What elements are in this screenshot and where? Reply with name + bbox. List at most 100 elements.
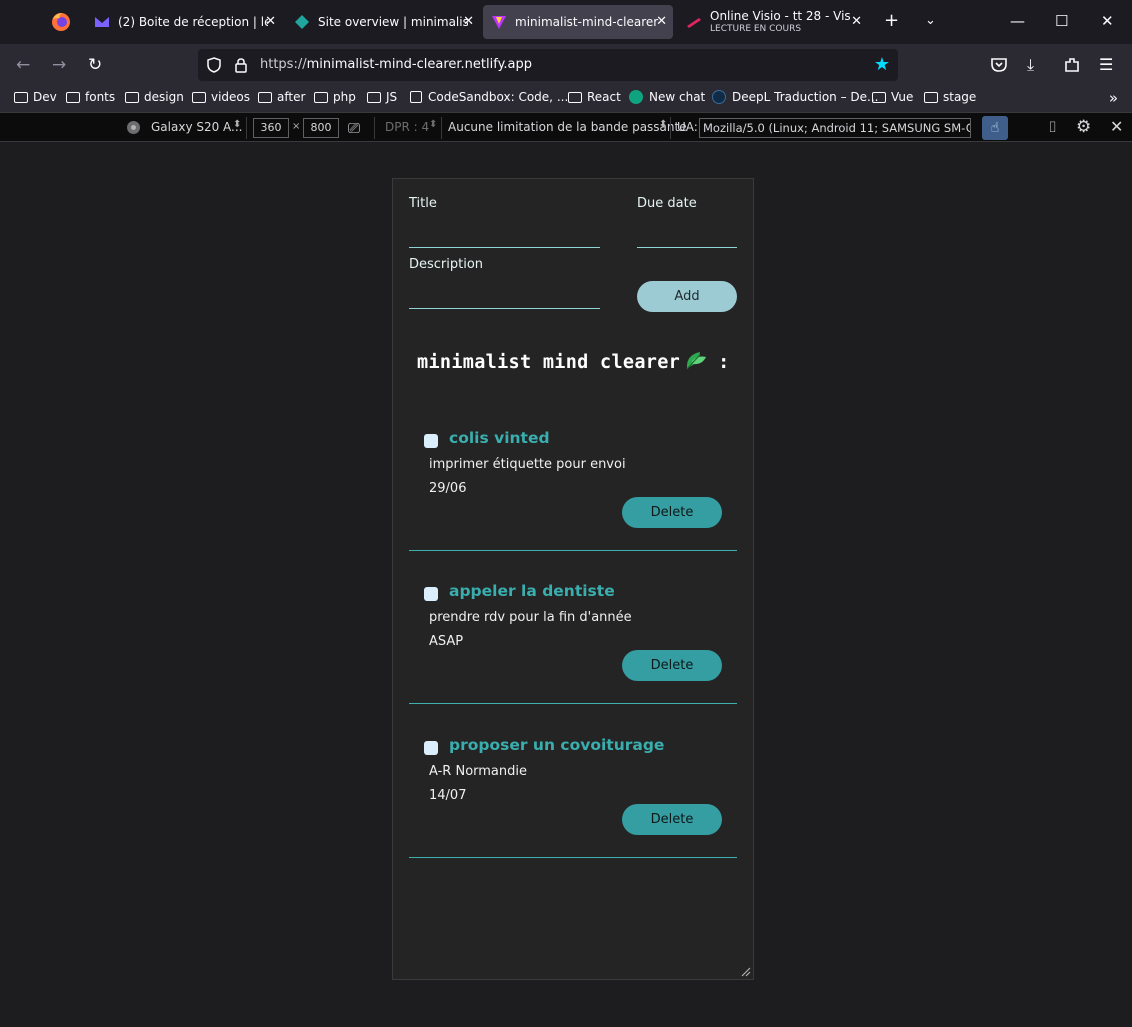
task-item: appeler la dentiste prendre rdv pour la … bbox=[409, 572, 737, 725]
task-divider bbox=[409, 703, 737, 704]
new-tab-icon[interactable]: + bbox=[884, 10, 899, 31]
url-bar[interactable]: https://minimalist-mind-clearer.netlify.… bbox=[198, 49, 898, 81]
close-icon[interactable]: ✕ bbox=[265, 14, 276, 29]
bookmark-label: after bbox=[277, 90, 306, 104]
url-text[interactable]: https://minimalist-mind-clearer.netlify.… bbox=[260, 57, 532, 72]
throttling-dropdown-icon[interactable]: ⬍ bbox=[659, 119, 667, 130]
maximize-icon[interactable]: ☐ bbox=[1055, 12, 1068, 30]
tab-label: Online Visio - tt 28 - Visual bbox=[710, 9, 850, 22]
close-icon[interactable]: ✕ bbox=[851, 14, 862, 29]
bookmark-deepl[interactable]: DeepL Traduction – De... bbox=[712, 90, 878, 104]
bookmark-star-icon[interactable]: ★ bbox=[874, 54, 890, 75]
bookmark-videos[interactable]: videos bbox=[192, 90, 250, 104]
menu-icon[interactable]: ☰ bbox=[1099, 55, 1113, 74]
close-window-icon[interactable]: ✕ bbox=[1101, 12, 1114, 30]
bookmark-label: php bbox=[333, 90, 356, 104]
bookmark-label: JS bbox=[386, 90, 398, 104]
separator bbox=[374, 117, 375, 139]
task-item: colis vinted imprimer étiquette pour env… bbox=[409, 419, 737, 572]
task-checkbox[interactable] bbox=[424, 741, 438, 755]
forward-icon[interactable]: → bbox=[52, 55, 66, 75]
task-description: imprimer étiquette pour envoi bbox=[429, 457, 626, 472]
device-selector[interactable]: Galaxy S20 A... bbox=[151, 120, 243, 134]
bookmark-label: Vue bbox=[891, 90, 914, 104]
chevron-down-icon[interactable]: ⌄ bbox=[925, 13, 936, 28]
delete-button[interactable]: Delete bbox=[622, 650, 722, 681]
folder-icon bbox=[314, 91, 328, 103]
dpr-dropdown-icon: ⬍ bbox=[429, 119, 438, 130]
bookmark-php[interactable]: php bbox=[314, 90, 356, 104]
task-checkbox[interactable] bbox=[424, 587, 438, 601]
throttling-selector[interactable]: Aucune limitation de la bande passante bbox=[448, 120, 687, 134]
bookmark-react[interactable]: React bbox=[568, 90, 621, 104]
task-title: colis vinted bbox=[449, 429, 550, 447]
separator bbox=[670, 117, 671, 139]
delete-button[interactable]: Delete bbox=[622, 497, 722, 528]
viewport-width-input[interactable]: 360 bbox=[253, 118, 289, 138]
bookmark-after[interactable]: after bbox=[258, 90, 305, 104]
viewport-height-input[interactable]: 800 bbox=[303, 118, 339, 138]
page-title-text: minimalist mind clearer bbox=[417, 352, 681, 373]
touch-simulation-icon[interactable]: ☝ bbox=[982, 116, 1008, 140]
due-date-label: Due date bbox=[637, 196, 697, 211]
task-title: appeler la dentiste bbox=[449, 582, 615, 600]
rotate-icon[interactable]: ⎚ bbox=[348, 119, 360, 137]
chrome-icon bbox=[127, 121, 140, 134]
description-input[interactable] bbox=[409, 308, 600, 309]
title-input[interactable] bbox=[409, 247, 600, 248]
lock-icon[interactable] bbox=[234, 57, 248, 73]
folder-icon bbox=[924, 91, 938, 103]
tab-mail[interactable]: (2) Boite de réception | lea ✕ bbox=[86, 5, 282, 39]
bookmark-js[interactable]: JS bbox=[367, 90, 397, 104]
separator bbox=[441, 117, 442, 139]
tab-visio[interactable]: Online Visio - tt 28 - Visual LECTURE EN… bbox=[678, 5, 868, 39]
close-icon[interactable]: ✕ bbox=[463, 14, 474, 29]
task-checkbox[interactable] bbox=[424, 434, 438, 448]
add-button[interactable]: Add bbox=[637, 281, 737, 312]
extensions-icon[interactable] bbox=[1063, 56, 1081, 74]
bookmark-label: New chat bbox=[649, 90, 706, 104]
bookmark-dev[interactable]: Dev bbox=[14, 90, 57, 104]
close-icon[interactable]: ✕ bbox=[656, 14, 667, 29]
bookmark-fonts[interactable]: fonts bbox=[66, 90, 115, 104]
minimize-icon[interactable]: — bbox=[1010, 12, 1025, 30]
firefox-icon[interactable] bbox=[50, 11, 72, 33]
bookmark-codesandbox[interactable]: CodeSandbox: Code, ... bbox=[410, 90, 568, 104]
tab-netlify[interactable]: Site overview | minimalist- ✕ bbox=[286, 5, 480, 39]
resize-handle-icon[interactable] bbox=[739, 965, 751, 977]
back-icon[interactable]: ← bbox=[16, 55, 30, 75]
folder-icon bbox=[14, 91, 28, 103]
bookmark-stage[interactable]: stage bbox=[924, 90, 976, 104]
shield-icon[interactable] bbox=[206, 57, 222, 73]
pocket-icon[interactable] bbox=[990, 56, 1008, 74]
bookmark-design[interactable]: design bbox=[125, 90, 184, 104]
folder-icon bbox=[568, 91, 582, 103]
task-item: proposer un covoiturage A-R Normandie 14… bbox=[409, 726, 737, 879]
settings-gear-icon[interactable]: ⚙ bbox=[1076, 117, 1091, 137]
dimension-separator: × bbox=[292, 121, 301, 132]
tab-strip: (2) Boite de réception | lea ✕ Site over… bbox=[0, 0, 1132, 44]
navigation-bar: ← → ↻ https://minimalist-mind-clearer.ne… bbox=[0, 44, 1132, 86]
bookmark-new-chat[interactable]: New chat bbox=[629, 90, 705, 104]
reload-icon[interactable]: ↻ bbox=[88, 55, 102, 75]
device-dropdown-icon[interactable]: ⬍ bbox=[233, 119, 241, 130]
tab-app[interactable]: minimalist-mind-clearer ✕ bbox=[483, 5, 673, 39]
due-date-input[interactable] bbox=[637, 247, 737, 248]
task-due-date: 29/06 bbox=[429, 481, 467, 496]
url-host: minimalist-mind-clearer.netlify.app bbox=[306, 57, 533, 72]
task-divider bbox=[409, 550, 737, 551]
page-title: minimalist mind clearer : bbox=[417, 349, 730, 373]
tab-sublabel: LECTURE EN COURS bbox=[710, 23, 802, 34]
separator bbox=[246, 117, 247, 139]
chatgpt-icon bbox=[629, 90, 643, 104]
downloads-icon[interactable]: ⤓ bbox=[1027, 55, 1034, 75]
folder-icon bbox=[367, 91, 381, 103]
delete-button[interactable]: Delete bbox=[622, 804, 722, 835]
tab-label: minimalist-mind-clearer bbox=[515, 15, 659, 29]
chevron-right-double-icon[interactable]: » bbox=[1109, 89, 1118, 107]
screenshot-icon[interactable]: ⌷ bbox=[1048, 118, 1057, 136]
close-rdm-icon[interactable]: ✕ bbox=[1110, 117, 1123, 136]
ua-label: UA: bbox=[677, 120, 698, 134]
bookmark-vue[interactable]: Vue bbox=[872, 90, 913, 104]
user-agent-input[interactable]: Mozilla/5.0 (Linux; Android 11; SAMSUNG … bbox=[699, 118, 971, 138]
